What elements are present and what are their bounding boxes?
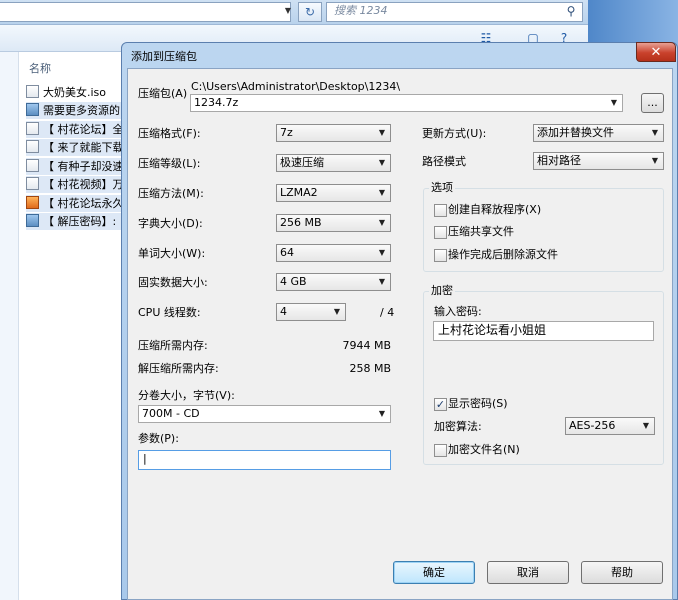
chevron-down-icon: ▼ [378, 277, 386, 286]
show-password-checkbox[interactable]: ✓ [434, 398, 447, 411]
chevron-down-icon: ▼ [610, 98, 618, 107]
split-combo[interactable]: 700M - CD ▼ [138, 405, 391, 423]
archive-name-combo[interactable]: 1234.7z ▼ [190, 94, 623, 112]
solid-select[interactable]: 4 GB ▼ [276, 273, 391, 291]
file-row[interactable]: 【 有种子却没速 [26, 158, 132, 175]
file-row[interactable]: 大奶美女.iso [26, 84, 132, 101]
file-row[interactable]: 【 来了就能下载 [26, 139, 132, 156]
archive-path: C:\Users\Administrator\Desktop\1234\ [191, 80, 401, 93]
format-select[interactable]: 7z ▼ [276, 124, 391, 142]
solid-label: 固实数据大小: [138, 276, 208, 289]
shared-label: 压缩共享文件 [448, 225, 514, 238]
mem-decompress-label: 解压缩所需内存: [138, 362, 219, 375]
image-file-icon [26, 214, 39, 227]
file-icon [26, 140, 39, 153]
level-label: 压缩等级(L): [138, 157, 201, 170]
encryption-title: 加密 [429, 284, 455, 298]
address-dropdown-icon[interactable]: ▼ [281, 3, 295, 19]
threads-label: CPU 线程数: [138, 306, 201, 319]
dict-select[interactable]: 256 MB ▼ [276, 214, 391, 232]
refresh-icon[interactable]: ↻ [298, 2, 322, 22]
chevron-down-icon: ▼ [333, 307, 341, 316]
file-icon [26, 159, 39, 172]
password-label: 输入密码: [434, 305, 482, 318]
browse-button[interactable]: ... [641, 93, 664, 113]
params-input[interactable]: | [138, 450, 391, 470]
chevron-down-icon: ▼ [378, 248, 386, 257]
mem-compress-value: 7944 MB [342, 339, 391, 352]
sfx-label: 创建自释放程序(X) [448, 203, 542, 216]
archive-label: 压缩包(A) [138, 87, 188, 100]
chevron-down-icon: ▼ [378, 218, 386, 227]
search-icon[interactable]: ⚲ [563, 3, 579, 19]
sfx-checkbox[interactable] [434, 204, 447, 217]
chevron-down-icon: ▼ [378, 158, 386, 167]
pathmode-label: 路径模式 [422, 155, 466, 168]
shared-checkbox[interactable] [434, 226, 447, 239]
column-name-label: 名称 [29, 62, 51, 75]
options-title: 选项 [429, 181, 455, 195]
pathmode-select[interactable]: 相对路径 ▼ [533, 152, 664, 170]
method-label: 压缩方法(M): [138, 187, 204, 200]
level-select[interactable]: 极速压缩 ▼ [276, 154, 391, 172]
mem-compress-label: 压缩所需内存: [138, 339, 208, 352]
chevron-down-icon: ▼ [378, 188, 386, 197]
file-row[interactable]: 【 村花视频】万 [26, 176, 132, 193]
delete-checkbox[interactable] [434, 249, 447, 262]
chevron-down-icon: ▼ [651, 156, 659, 165]
delete-label: 操作完成后删除源文件 [448, 248, 558, 261]
search-placeholder: 搜索 1234 [334, 4, 388, 17]
update-select[interactable]: 添加并替换文件 ▼ [533, 124, 664, 142]
cancel-button[interactable]: 取消 [487, 561, 569, 584]
encryption-method-label: 加密算法: [434, 420, 482, 433]
file-row[interactable]: 【 村花论坛永久 [26, 195, 132, 212]
help-button[interactable]: 帮助 [581, 561, 663, 584]
method-select[interactable]: LZMA2 ▼ [276, 184, 391, 202]
encrypt-names-label: 加密文件名(N) [448, 443, 520, 456]
update-label: 更新方式(U): [422, 127, 487, 140]
dict-label: 字典大小(D): [138, 217, 203, 230]
image-file-icon [26, 103, 39, 116]
show-password-label: 显示密码(S) [448, 397, 508, 410]
word-select[interactable]: 64 ▼ [276, 244, 391, 262]
threads-max: / 4 [380, 306, 395, 319]
chevron-down-icon: ▼ [378, 409, 386, 418]
close-button[interactable]: ✕ [636, 42, 676, 62]
chevron-down-icon: ▼ [378, 128, 386, 137]
file-row[interactable]: 需要更多资源的 [26, 102, 132, 119]
split-label: 分卷大小，字节(V): [138, 389, 235, 402]
dialog-title: 添加到压缩包 [131, 50, 197, 63]
params-label: 参数(P): [138, 432, 179, 445]
ok-button[interactable]: 确定 [393, 561, 475, 584]
mem-decompress-value: 258 MB [349, 362, 391, 375]
file-row[interactable]: 【 村花论坛】全 [26, 121, 132, 138]
password-input[interactable]: 上村花论坛看小姐姐 [433, 321, 654, 341]
chevron-down-icon: ▼ [651, 128, 659, 137]
application-icon [26, 196, 39, 209]
file-row[interactable]: 【 解压密码】: [26, 213, 132, 230]
threads-select[interactable]: 4 ▼ [276, 303, 346, 321]
word-label: 单词大小(W): [138, 247, 206, 260]
address-bar[interactable] [0, 2, 291, 22]
format-label: 压缩格式(F): [138, 127, 201, 140]
file-icon [26, 122, 39, 135]
file-icon [26, 177, 39, 190]
encryption-method-select[interactable]: AES-256 ▼ [565, 417, 655, 435]
navigation-pane [0, 52, 19, 600]
encrypt-names-checkbox[interactable] [434, 444, 447, 457]
chevron-down-icon: ▼ [642, 421, 650, 430]
file-icon [26, 85, 39, 98]
